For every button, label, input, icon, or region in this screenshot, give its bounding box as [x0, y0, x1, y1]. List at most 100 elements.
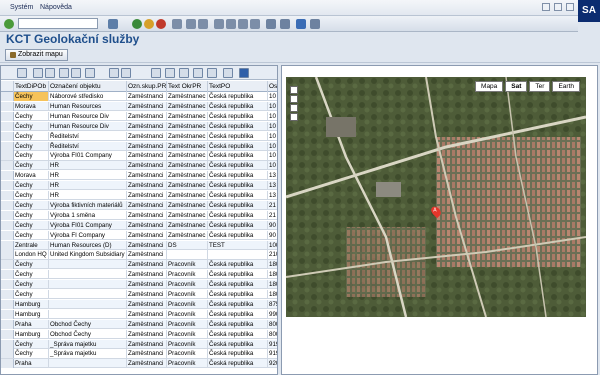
table-cell[interactable]: 180 — [268, 260, 277, 269]
layout-icon[interactable] — [310, 19, 320, 29]
table-cell[interactable] — [49, 260, 127, 270]
table-cell[interactable]: Zaměstnanci — [127, 230, 167, 240]
table-cell[interactable]: HR — [49, 181, 127, 191]
first-page-icon[interactable] — [214, 19, 224, 29]
table-cell[interactable]: Zaměstnanci — [127, 309, 167, 319]
table-cell[interactable]: Čechy — [14, 141, 49, 151]
close-icon[interactable] — [566, 3, 574, 11]
row-selector[interactable] — [1, 319, 14, 329]
table-cell[interactable]: 13 — [268, 181, 277, 190]
table-cell[interactable]: Zaměstnanci — [127, 220, 167, 230]
table-cell[interactable]: Česká republika — [208, 161, 268, 171]
table-cell[interactable]: Pracovník — [167, 359, 208, 369]
table-cell[interactable] — [167, 250, 208, 260]
table-cell[interactable]: Zaměstnanec — [167, 200, 208, 210]
table-cell[interactable]: Čechy — [14, 230, 49, 240]
row-selector[interactable] — [1, 240, 14, 250]
column-header[interactable]: TextDiPOb — [14, 81, 49, 92]
row-selector[interactable] — [1, 210, 14, 220]
table-cell[interactable]: Česká republika — [208, 270, 268, 280]
back-icon[interactable] — [132, 19, 142, 29]
table-cell[interactable]: Human Resources — [49, 101, 127, 111]
row-selector[interactable] — [1, 359, 14, 369]
table-cell[interactable]: Zaměstnanec — [167, 220, 208, 230]
table-cell[interactable]: Česká republika — [208, 101, 268, 111]
table-cell[interactable] — [49, 309, 127, 319]
table-cell[interactable]: Čechy — [14, 270, 49, 280]
table-cell[interactable]: Výroba FI Company — [49, 230, 127, 240]
row-selector[interactable] — [1, 181, 14, 191]
row-selector[interactable] — [1, 220, 14, 230]
find-icon[interactable] — [186, 19, 196, 29]
table-cell[interactable]: Zaměstnanci — [127, 359, 167, 369]
table-cell[interactable]: Zaměstnanci — [127, 200, 167, 210]
sort-desc-icon[interactable] — [45, 68, 55, 78]
table-row[interactable]: Čechy Náborové středisko Zaměstnanci Zaměst… — [1, 92, 277, 102]
table-cell[interactable]: Pracovník — [167, 280, 208, 290]
pan-up-icon[interactable] — [290, 86, 298, 94]
row-selector[interactable] — [1, 230, 14, 240]
table-cell[interactable]: Zaměstnanec — [167, 181, 208, 191]
table-cell[interactable]: Zaměstnanec — [167, 171, 208, 181]
table-cell[interactable]: Výroba fiktivních materiálů — [49, 200, 127, 210]
column-header[interactable]: Os. — [268, 81, 277, 92]
table-cell[interactable]: Hamburg — [14, 329, 49, 339]
zoom-out-icon[interactable] — [290, 113, 298, 121]
filter-icon[interactable] — [71, 68, 81, 78]
table-cell[interactable]: 13 — [268, 191, 277, 200]
table-cell[interactable]: Česká republika — [208, 359, 268, 369]
table-cell[interactable]: Výroba 1 směna — [49, 210, 127, 220]
table-cell[interactable]: Čechy — [14, 181, 49, 191]
table-cell[interactable]: Česká republika — [208, 280, 268, 290]
table-cell[interactable]: Čechy — [14, 349, 49, 359]
table-cell[interactable]: Zaměstnanci — [127, 141, 167, 151]
table-cell[interactable]: Čechy — [14, 210, 49, 220]
table-cell[interactable]: Pracovník — [167, 260, 208, 270]
table-row[interactable]: Čechy Ředitelství Zaměstnanci Zaměstnanec Če… — [1, 141, 277, 151]
cancel-icon[interactable] — [156, 19, 166, 29]
table-row[interactable]: Zentrale Human Resources (D) Zaměstnanci DS… — [1, 240, 277, 250]
table-cell[interactable]: Zaměstnanci — [127, 339, 167, 349]
sum-icon[interactable] — [109, 68, 119, 78]
pan-left-icon[interactable] — [290, 95, 298, 103]
table-cell[interactable]: 8009 — [268, 330, 277, 339]
table-cell[interactable]: Zaměstnanec — [167, 141, 208, 151]
table-cell[interactable]: HR — [49, 191, 127, 200]
row-selector[interactable] — [1, 171, 14, 181]
shortcut-icon[interactable] — [280, 19, 290, 29]
map-type-button[interactable]: Mapa — [475, 81, 504, 92]
row-selector[interactable] — [1, 141, 14, 151]
table-row[interactable]: Praha Obchod Čechy Zaměstnanci Pracovník Čes… — [1, 319, 277, 329]
row-selector[interactable] — [1, 121, 14, 131]
table-cell[interactable]: Česká republika — [208, 349, 268, 359]
table-cell[interactable]: Obchod Čechy — [49, 329, 127, 339]
table-cell[interactable]: Čechy — [14, 92, 49, 101]
table-cell[interactable]: Zaměstnanec — [167, 121, 208, 131]
table-cell[interactable]: Česká republika — [208, 92, 268, 101]
map-type-button[interactable]: Sat — [505, 81, 528, 92]
table-cell[interactable]: 21 — [268, 201, 277, 210]
table-cell[interactable]: Čechy — [14, 131, 49, 141]
table-cell[interactable]: 10 — [268, 92, 277, 101]
table-cell[interactable]: 90 — [268, 221, 277, 230]
table-row[interactable]: Hamburg Zaměstnanci Pracovník Česká republi… — [1, 309, 277, 319]
table-cell[interactable]: Zaměstnanec — [167, 161, 208, 171]
table-cell[interactable]: Pracovník — [167, 319, 208, 329]
table-row[interactable]: Morava HR Zaměstnanci Zaměstnanec Česká repu… — [1, 171, 277, 181]
table-cell[interactable]: 10 — [268, 161, 277, 170]
row-selector[interactable] — [1, 151, 14, 161]
view-icon[interactable] — [179, 68, 189, 78]
table-row[interactable]: Čechy HR Zaměstnanci Zaměstnanec Česká repub… — [1, 181, 277, 191]
table-cell[interactable]: Zaměstnanci — [127, 151, 167, 161]
table-cell[interactable]: Zaměstnanci — [127, 349, 167, 359]
table-row[interactable]: Čechy Výroba FI01 Company Zaměstnanci Zaměs… — [1, 220, 277, 230]
table-row[interactable]: Čechy Výroba fiktivních materiálů Zaměstna… — [1, 200, 277, 211]
table-cell[interactable]: Česká republika — [208, 131, 268, 141]
table-row[interactable]: Čechy Ředitelství Zaměstnanci Zaměstnanec Če… — [1, 131, 277, 141]
table-cell[interactable]: 180 — [268, 280, 277, 289]
table-cell[interactable]: Zaměstnanci — [127, 191, 167, 200]
table-cell[interactable]: Výroba FI01 Company — [49, 151, 127, 161]
table-cell[interactable]: 875 — [268, 300, 277, 309]
table-cell[interactable]: Zaměstnanci — [127, 121, 167, 131]
table-cell[interactable]: 10 — [268, 151, 277, 160]
